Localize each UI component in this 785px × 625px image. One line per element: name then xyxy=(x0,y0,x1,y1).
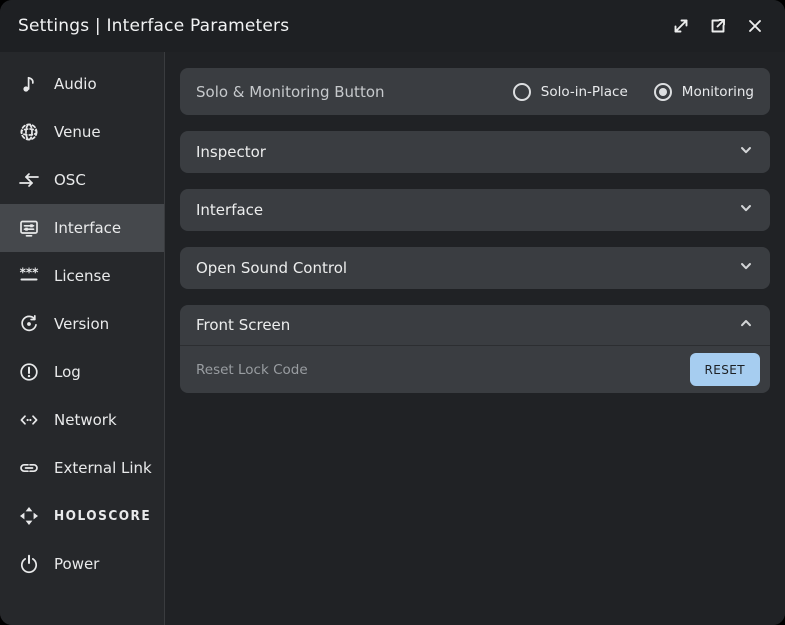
sidebar-item-label: Version xyxy=(54,315,109,333)
interface-monitor-icon xyxy=(17,217,41,239)
radio-label: Monitoring xyxy=(682,84,754,100)
reset-lock-code-label: Reset Lock Code xyxy=(196,362,690,378)
sidebar-item-label: Network xyxy=(54,411,117,429)
power-icon xyxy=(17,553,41,575)
radio-solo-in-place[interactable]: Solo-in-Place xyxy=(513,83,628,101)
solo-monitoring-panel: Solo & Monitoring Button Solo-in-Place M… xyxy=(180,68,770,115)
titlebar: Settings | Interface Parameters xyxy=(0,0,785,52)
radio-circle-icon xyxy=(513,83,531,101)
close-icon[interactable] xyxy=(743,14,767,38)
log-alert-icon xyxy=(17,361,41,383)
radio-monitoring[interactable]: Monitoring xyxy=(654,83,754,101)
sidebar-item-label: OSC xyxy=(54,171,86,189)
sidebar-item-venue[interactable]: Venue xyxy=(0,108,164,156)
section-label: Interface xyxy=(196,201,738,219)
external-link-icon xyxy=(17,457,41,479)
sidebar-item-audio[interactable]: Audio xyxy=(0,60,164,108)
sidebar-item-label: Power xyxy=(54,555,99,573)
sidebar-item-power[interactable]: Power xyxy=(0,540,164,588)
reset-button[interactable]: RESET xyxy=(690,353,760,386)
section-inspector: Inspector xyxy=(180,131,770,173)
sidebar-item-label: External Link xyxy=(54,459,152,477)
holoscore-logo-icon xyxy=(17,505,41,527)
section-open-sound-control-header[interactable]: Open Sound Control xyxy=(180,247,770,289)
sidebar-item-osc[interactable]: OSC xyxy=(0,156,164,204)
section-front-screen: Front Screen Reset Lock Code RESET xyxy=(180,305,770,393)
sidebar-item-license[interactable]: *** License xyxy=(0,252,164,300)
svg-text:***: *** xyxy=(20,266,40,280)
sidebar-item-label: Venue xyxy=(54,123,101,141)
chevron-down-icon xyxy=(738,200,754,220)
sidebar-item-log[interactable]: Log xyxy=(0,348,164,396)
sidebar-item-label: Interface xyxy=(54,219,121,237)
section-interface: Interface xyxy=(180,189,770,231)
license-key-icon: *** xyxy=(17,265,41,287)
chevron-down-icon xyxy=(738,258,754,278)
section-label: Inspector xyxy=(196,143,738,161)
section-label: Front Screen xyxy=(196,316,738,334)
network-brackets-icon xyxy=(17,409,41,431)
main-content: Solo & Monitoring Button Solo-in-Place M… xyxy=(165,52,785,625)
version-sync-icon xyxy=(17,313,41,335)
music-note-icon xyxy=(17,73,41,95)
sidebar-item-label: Log xyxy=(54,363,81,381)
section-open-sound-control: Open Sound Control xyxy=(180,247,770,289)
settings-window: Settings | Interface Parameters xyxy=(0,0,785,625)
reset-lock-code-row: Reset Lock Code RESET xyxy=(180,345,770,393)
sidebar-item-network[interactable]: Network xyxy=(0,396,164,444)
venue-dome-icon xyxy=(17,121,41,143)
expand-diagonal-icon[interactable] xyxy=(669,14,693,38)
sidebar-item-label: License xyxy=(54,267,111,285)
section-inspector-header[interactable]: Inspector xyxy=(180,131,770,173)
sidebar-item-version[interactable]: Version xyxy=(0,300,164,348)
solo-monitoring-radio-group: Solo-in-Place Monitoring xyxy=(487,83,754,101)
chevron-down-icon xyxy=(738,142,754,162)
radio-circle-icon xyxy=(654,83,672,101)
sidebar-item-label: HOLOSCORE xyxy=(54,508,151,524)
sidebar: Audio Venue xyxy=(0,52,165,625)
section-interface-header[interactable]: Interface xyxy=(180,189,770,231)
sidebar-item-interface[interactable]: Interface xyxy=(0,204,164,252)
osc-transfer-icon xyxy=(17,169,41,191)
sidebar-item-holoscore[interactable]: HOLOSCORE xyxy=(0,492,164,540)
open-external-window-icon[interactable] xyxy=(706,14,730,38)
section-front-screen-header[interactable]: Front Screen xyxy=(180,305,770,345)
window-title: Settings | Interface Parameters xyxy=(18,16,289,36)
radio-label: Solo-in-Place xyxy=(541,84,628,100)
sidebar-item-external-link[interactable]: External Link xyxy=(0,444,164,492)
section-label: Open Sound Control xyxy=(196,259,738,277)
chevron-up-icon xyxy=(738,315,754,335)
solo-monitoring-label: Solo & Monitoring Button xyxy=(196,83,487,101)
sidebar-item-label: Audio xyxy=(54,75,97,93)
